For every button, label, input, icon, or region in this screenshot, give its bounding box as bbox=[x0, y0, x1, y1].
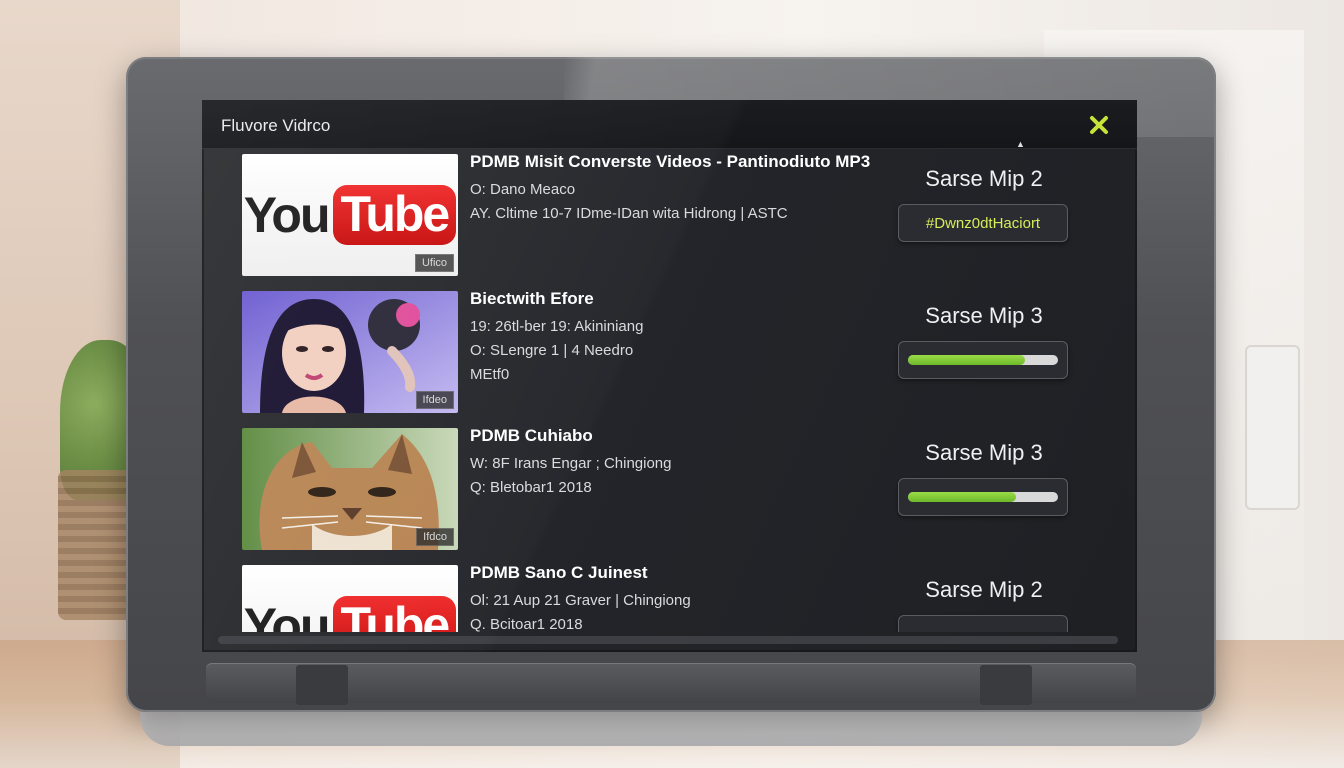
status-label: Sarse Mip 2 bbox=[925, 577, 1043, 602]
logo-you-text: You bbox=[243, 187, 331, 243]
hinge-left bbox=[296, 665, 348, 705]
progress-track bbox=[908, 492, 1058, 502]
wall-outlet bbox=[1245, 345, 1300, 510]
video-info: Biectwith Efore 19: 26tl-ber 19: Akinini… bbox=[470, 289, 900, 387]
video-info: PDMB Cuhiabo W: 8F Irans Engar ; Chingio… bbox=[470, 426, 900, 500]
download-button[interactable] bbox=[898, 615, 1068, 632]
progress-fill bbox=[908, 492, 1016, 502]
video-meta-line: W: 8F Irans Engar ; Chingiong bbox=[470, 455, 672, 472]
video-thumbnail[interactable]: You Tube Ufico bbox=[242, 154, 458, 276]
video-thumbnail[interactable]: Ifdeo bbox=[242, 291, 458, 413]
video-title: PDMB Sano C Juinest bbox=[470, 563, 648, 582]
logo-tube-text: Tube bbox=[332, 185, 457, 245]
video-thumbnail[interactable]: You Tube bbox=[242, 565, 458, 632]
video-meta-line: Ol: 21 Aup 21 Graver | Chingiong bbox=[470, 592, 691, 609]
video-list: You Tube Ufico PDMB Misit Converste Vide… bbox=[202, 148, 1137, 632]
hinge-right bbox=[980, 665, 1032, 705]
titlebar: Fluvore Vidrco ▲ bbox=[202, 100, 1137, 149]
video-meta-line: MEtf0 bbox=[470, 366, 510, 383]
app-window: Fluvore Vidrco ▲ You Tube Ufico PDMB Mis… bbox=[202, 100, 1137, 652]
youtube-logo-icon: You Tube bbox=[242, 565, 458, 632]
logo-tube-text: Tube bbox=[332, 596, 457, 632]
video-meta-line: Q. Bcitoar1 2018 bbox=[470, 616, 583, 632]
video-row[interactable]: Ifdco PDMB Cuhiabo W: 8F Irans Engar ; C… bbox=[202, 422, 1137, 552]
close-button[interactable] bbox=[1086, 112, 1112, 138]
close-icon bbox=[1090, 116, 1108, 134]
horizontal-scrollbar[interactable] bbox=[218, 636, 1118, 644]
thumbnail-badge: Ifdco bbox=[416, 528, 454, 546]
video-row[interactable]: You Tube Ufico PDMB Misit Converste Vide… bbox=[202, 148, 1137, 278]
progress-bar bbox=[898, 478, 1068, 516]
video-info: PDMB Misit Converste Videos - Pantinodiu… bbox=[470, 152, 900, 226]
video-row[interactable]: You Tube PDMB Sano C Juinest Ol: 21 Aup … bbox=[202, 559, 1137, 632]
video-row[interactable]: Ifdeo Biectwith Efore 19: 26tl-ber 19: A… bbox=[202, 285, 1137, 415]
video-title: PDMB Misit Converste Videos - Pantinodiu… bbox=[470, 152, 871, 171]
video-meta-line: AY. Cltime 10-7 IDme-IDan wita Hidrong |… bbox=[470, 205, 788, 222]
video-status-column: Sarse Mip 2 #Dwnz0dtHaciort bbox=[898, 166, 1070, 242]
status-label: Sarse Mip 3 bbox=[925, 303, 1043, 328]
status-label: Sarse Mip 2 bbox=[925, 166, 1043, 191]
video-status-column: Sarse Mip 3 bbox=[898, 303, 1070, 379]
progress-track bbox=[908, 355, 1058, 365]
video-info: PDMB Sano C Juinest Ol: 21 Aup 21 Graver… bbox=[470, 563, 900, 632]
video-status-column: Sarse Mip 3 bbox=[898, 440, 1070, 516]
video-thumbnail[interactable]: Ifdco bbox=[242, 428, 458, 550]
video-status-column: Sarse Mip 2 bbox=[898, 577, 1070, 632]
thumbnail-badge: Ifdeo bbox=[415, 391, 454, 409]
video-meta-line: Q: Bletobar1 2018 bbox=[470, 479, 592, 496]
status-label: Sarse Mip 3 bbox=[925, 440, 1043, 465]
download-button[interactable]: #Dwnz0dtHaciort bbox=[898, 204, 1068, 242]
video-title: Biectwith Efore bbox=[470, 289, 594, 308]
video-meta-line: O: SLengre 1 | 4 Needro bbox=[470, 342, 634, 359]
progress-fill bbox=[908, 355, 1025, 365]
app-title: Fluvore Vidrco bbox=[221, 116, 331, 135]
video-meta-line: 19: 26tl-ber 19: Akininiang bbox=[470, 318, 644, 335]
progress-bar bbox=[898, 341, 1068, 379]
logo-you-text: You bbox=[243, 598, 331, 632]
thumbnail-badge: Ufico bbox=[414, 254, 454, 272]
video-meta-line: O: Dano Meaco bbox=[470, 181, 576, 198]
laptop-base bbox=[140, 712, 1202, 746]
video-title: PDMB Cuhiabo bbox=[470, 426, 593, 445]
